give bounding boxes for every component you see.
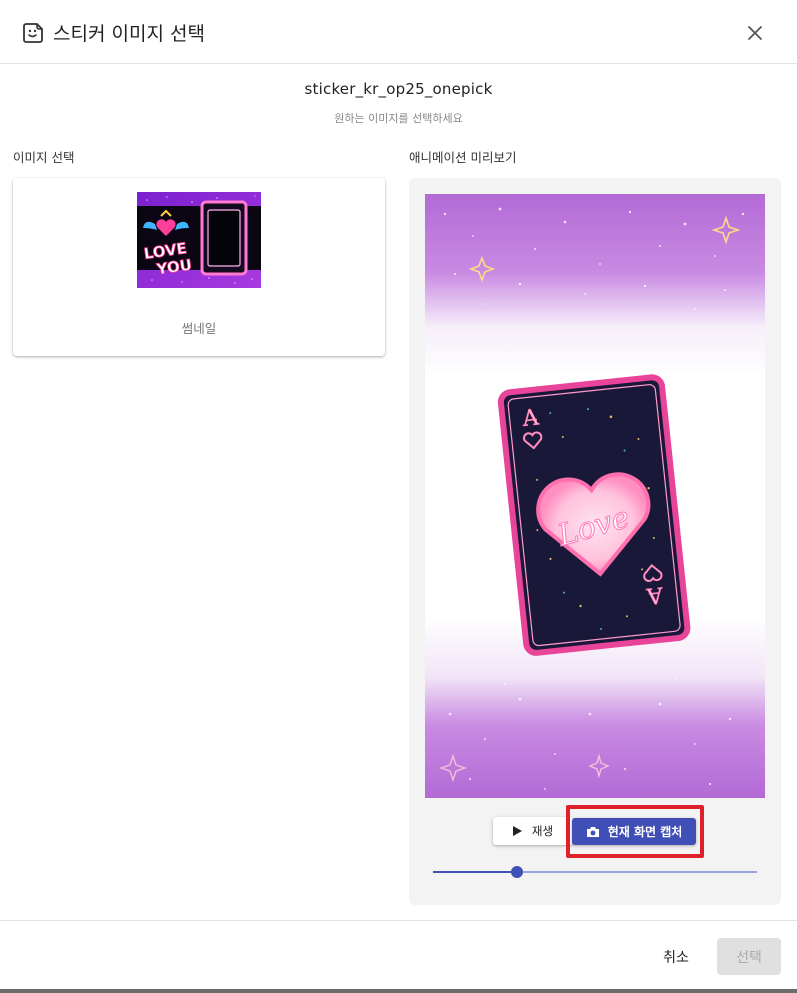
- camera-icon: [586, 826, 599, 837]
- animation-preview-panel: A A Love 재생 현재 화면 캡처: [409, 178, 781, 905]
- thumbnail-card[interactable]: LOVE YOU 썸네일: [13, 178, 385, 356]
- play-button-label: 재생: [531, 824, 554, 838]
- select-hint: 원하는 이미지를 선택하세요: [334, 112, 463, 125]
- select-button: 선택: [717, 938, 781, 975]
- dialog-title: 스티커 이미지 선택: [53, 23, 205, 45]
- close-icon: [748, 26, 762, 40]
- sticker-select-dialog: 스티커 이미지 선택 sticker_kr_op25_onepick 원하는 이…: [0, 0, 797, 993]
- image-select-label: 이미지 선택: [13, 150, 75, 165]
- slider-track: [433, 871, 517, 873]
- animation-preview-label: 애니메이션 미리보기: [409, 150, 517, 165]
- sticker-file-name: sticker_kr_op25_onepick: [304, 80, 493, 98]
- thumbnail-image: LOVE YOU: [137, 192, 261, 288]
- animation-preview-image: A A Love: [425, 194, 765, 798]
- cancel-button[interactable]: 취소: [648, 939, 704, 975]
- play-icon: [512, 826, 522, 836]
- capture-button-label: 현재 화면 캡처: [607, 825, 683, 839]
- thumbnail-caption: 썸네일: [181, 321, 217, 336]
- slider-thumb[interactable]: [511, 866, 523, 878]
- window-bottom-border: [0, 989, 797, 993]
- close-button[interactable]: [741, 19, 769, 47]
- capture-current-frame-button[interactable]: 현재 화면 캡처: [572, 818, 696, 845]
- animation-progress-slider[interactable]: [433, 864, 757, 880]
- sticker-icon: [22, 22, 44, 44]
- dialog-footer: 취소 선택: [0, 920, 797, 993]
- dialog-header: 스티커 이미지 선택: [0, 0, 797, 64]
- play-button[interactable]: 재생: [493, 817, 573, 845]
